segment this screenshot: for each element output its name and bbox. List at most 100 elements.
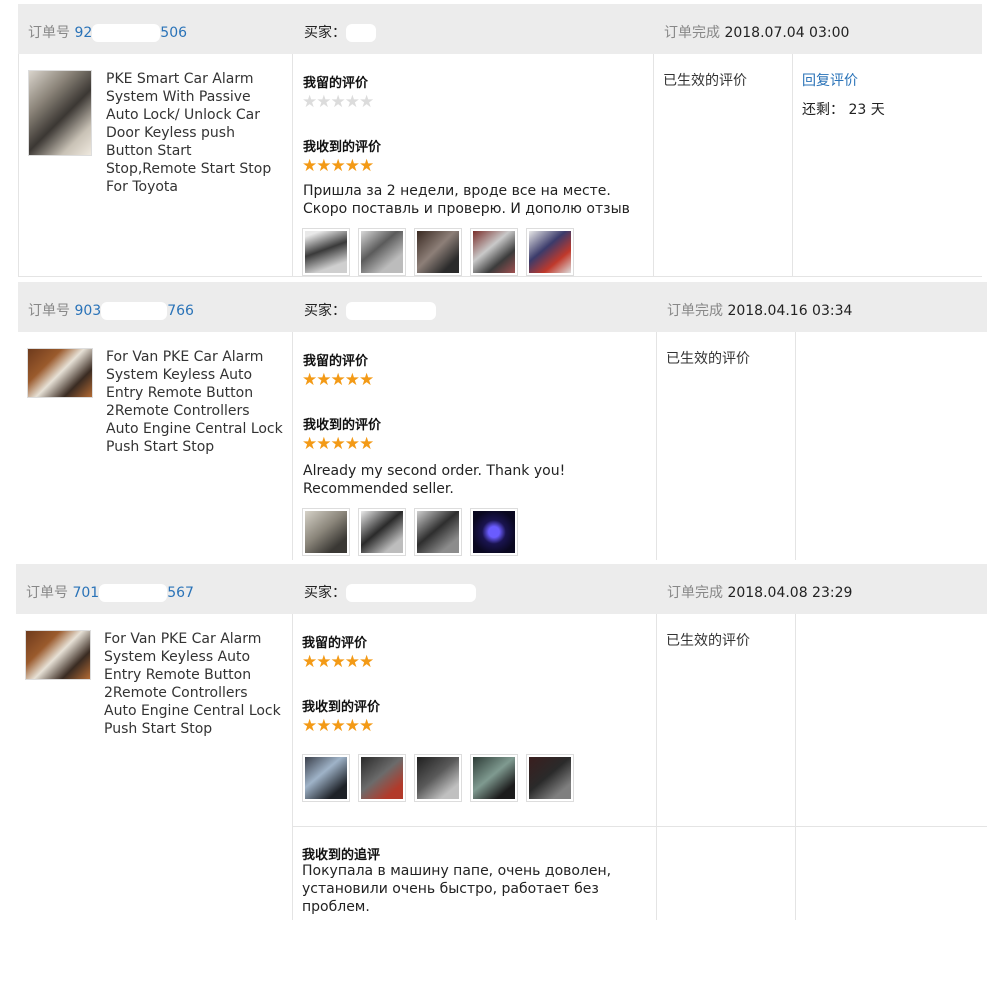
remaining-value: 23 天 [848,102,885,118]
star-icon: ★ [359,156,374,176]
review-photo-thumbnail[interactable] [358,508,406,556]
order-number-prefix[interactable]: 903 [74,303,101,319]
order-completed: 订单完成 2018.07.04 03:00 [664,22,849,42]
completed-time: 2018.07.04 03:00 [724,25,850,41]
remaining-label: 还剩： [802,102,844,118]
star-icon: ★ [344,156,360,176]
order-card: 订单号 701 567 买家： 订单完成 2018.04.08 23:29 For… [0,560,1000,930]
review-photo-thumbnail[interactable] [414,754,462,802]
star-icon: ★ [316,716,331,736]
product-image[interactable] [27,348,93,398]
star-icon: ★ [316,370,331,390]
my-review-stars: ★★★★★ [302,652,374,672]
buyer: 买家： [304,300,436,320]
star-icon: ★ [302,92,317,112]
order-card: 订单号 92 506 买家： 订单完成 2018.07.04 03:00 PKE … [0,0,1000,278]
star-icon: ★ [359,434,374,454]
star-icon: ★ [344,370,360,390]
star-icon: ★ [302,652,317,672]
star-icon: ★ [344,652,360,672]
completed-time: 2018.04.16 03:34 [727,303,853,319]
received-review-stars: ★★★★★ [302,716,374,736]
star-icon: ★ [359,92,374,112]
review-photo-thumbnail[interactable] [302,228,350,276]
review-photo-thumbnail[interactable] [526,228,574,276]
received-review-label: 我收到的评价 [302,700,381,715]
review-photo-thumbnail[interactable] [414,508,462,556]
review-photo-thumbnail[interactable] [302,508,350,556]
my-review-stars: ★★★★★ [302,92,374,112]
product-title[interactable]: For Van PKE Car Alarm System Keyless Aut… [106,348,286,456]
product-image[interactable] [25,630,91,680]
review-status: 已生效的评价 [666,351,750,367]
received-review-label: 我收到的评价 [303,418,382,433]
order-header: 订单号 92 506 买家： 订单完成 2018.07.04 03:00 [18,4,982,54]
star-icon: ★ [316,156,331,176]
my-review-stars: ★★★★★ [302,370,374,390]
review-photos [302,228,574,276]
order-number-prefix[interactable]: 92 [74,25,92,41]
star-icon: ★ [316,92,331,112]
star-icon: ★ [302,370,317,390]
star-icon: ★ [302,716,317,736]
received-review-label: 我收到的评价 [303,140,382,155]
review-photo-thumbnail[interactable] [358,228,406,276]
star-icon: ★ [359,652,374,672]
reply-review-link[interactable]: 回复评价 [802,70,858,90]
order-number-suffix[interactable]: 506 [160,25,187,41]
completed-label: 订单完成 [667,585,723,601]
star-icon: ★ [330,370,346,390]
star-icon: ★ [330,92,346,112]
star-icon: ★ [330,716,346,736]
star-icon: ★ [302,156,317,176]
order-number-prefix[interactable]: 701 [72,585,99,601]
review-photo-thumbnail[interactable] [470,228,518,276]
review-status: 已生效的评价 [666,633,750,649]
order-number: 订单号 701 567 [26,582,194,602]
review-photo-thumbnail[interactable] [470,754,518,802]
review-photos [302,508,518,556]
star-icon: ★ [344,92,360,112]
followup-review-text: Покупала в машину папе, очень доволен, у… [302,863,612,915]
star-icon: ★ [330,434,346,454]
star-icon: ★ [330,652,346,672]
review-photo-thumbnail[interactable] [302,754,350,802]
star-icon: ★ [316,652,331,672]
review-photo-thumbnail[interactable] [414,228,462,276]
completed-label: 订单完成 [664,25,720,41]
order-number: 订单号 92 506 [28,22,187,42]
product-image[interactable] [28,70,92,156]
order-number-label: 订单号 [28,303,70,319]
review-photo-thumbnail[interactable] [470,508,518,556]
received-review-stars: ★★★★★ [302,156,374,176]
star-icon: ★ [344,716,360,736]
order-number-label: 订单号 [28,25,70,41]
my-review-label: 我留的评价 [303,354,369,369]
product-title[interactable]: For Van PKE Car Alarm System Keyless Aut… [104,630,284,738]
product-title[interactable]: PKE Smart Car Alarm System With Passive … [106,70,284,196]
order-number-suffix[interactable]: 567 [167,585,194,601]
order-header: 订单号 701 567 买家： 订单完成 2018.04.08 23:29 [16,564,987,614]
star-icon: ★ [330,156,346,176]
completed-label: 订单完成 [667,303,723,319]
star-icon: ★ [302,434,317,454]
buyer-label: 买家： [304,585,346,601]
review-photos [302,754,574,802]
order-number: 订单号 903 766 [28,300,194,320]
received-review-text: Пришла за 2 недели, вроде все на месте. … [303,183,630,217]
buyer: 买家： [304,582,476,602]
my-review-label: 我留的评价 [303,76,369,91]
star-icon: ★ [359,716,374,736]
order-header: 订单号 903 766 买家： 订单完成 2018.04.16 03:34 [18,282,987,332]
star-icon: ★ [359,370,374,390]
order-card: 订单号 903 766 买家： 订单完成 2018.04.16 03:34 For… [0,278,1000,562]
buyer-label: 买家： [304,303,346,319]
review-photo-thumbnail[interactable] [526,754,574,802]
buyer: 买家： [304,22,376,42]
review-status: 已生效的评价 [663,73,747,89]
review-photo-thumbnail[interactable] [358,754,406,802]
order-number-suffix[interactable]: 766 [167,303,194,319]
my-review-label: 我留的评价 [302,636,368,651]
received-review-text: Already my second order. Thank you! Reco… [303,463,566,497]
order-completed: 订单完成 2018.04.16 03:34 [667,300,852,320]
